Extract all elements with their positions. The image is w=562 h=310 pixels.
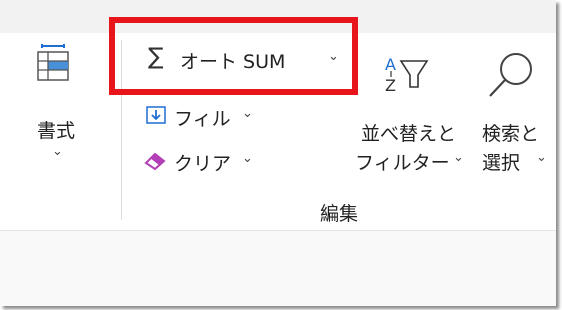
sort-filter-label-line1: 並べ替えと [361,123,457,145]
chevron-down-icon: ⌄ [242,151,253,166]
clear-button[interactable]: クリア ⌄ [142,145,272,177]
find-select-label-line2: 選択 [482,152,521,174]
format-label: 書式 [37,120,76,142]
sort-filter-label-line2: フィルター [355,152,450,174]
fill-label: フィル [174,108,231,130]
screenshot-frame: 書式 ⌄ ∑ オート SUM ⌄ フィル ⌄ クリア ⌄ A Z 並べ替えと フ… [0,0,556,306]
chevron-down-icon: ⌄ [242,106,253,121]
clear-label: クリア [174,153,232,175]
eraser-icon [144,151,168,171]
format-button[interactable]: 書式 ⌄ [24,40,104,180]
group-label-editing: 編集 [320,203,359,225]
sort-filter-icon: A Z [381,53,431,97]
chevron-down-icon: ⌄ [536,150,547,165]
chevron-down-icon: ⌄ [453,150,464,165]
sort-filter-button[interactable]: A Z 並べ替えと フィルター ⌄ [355,45,470,180]
find-select-button[interactable]: 検索と 選択 ⌄ [476,45,556,180]
fill-button[interactable]: フィル ⌄ [142,100,272,132]
magnifier-icon [484,49,536,101]
highlight-box [109,17,358,95]
lower-band [0,230,556,306]
find-select-label-line1: 検索と [482,123,540,145]
format-table-icon [36,44,70,84]
fill-down-icon [146,106,166,126]
svg-text:Z: Z [385,76,396,95]
chevron-down-icon: ⌄ [52,144,63,159]
